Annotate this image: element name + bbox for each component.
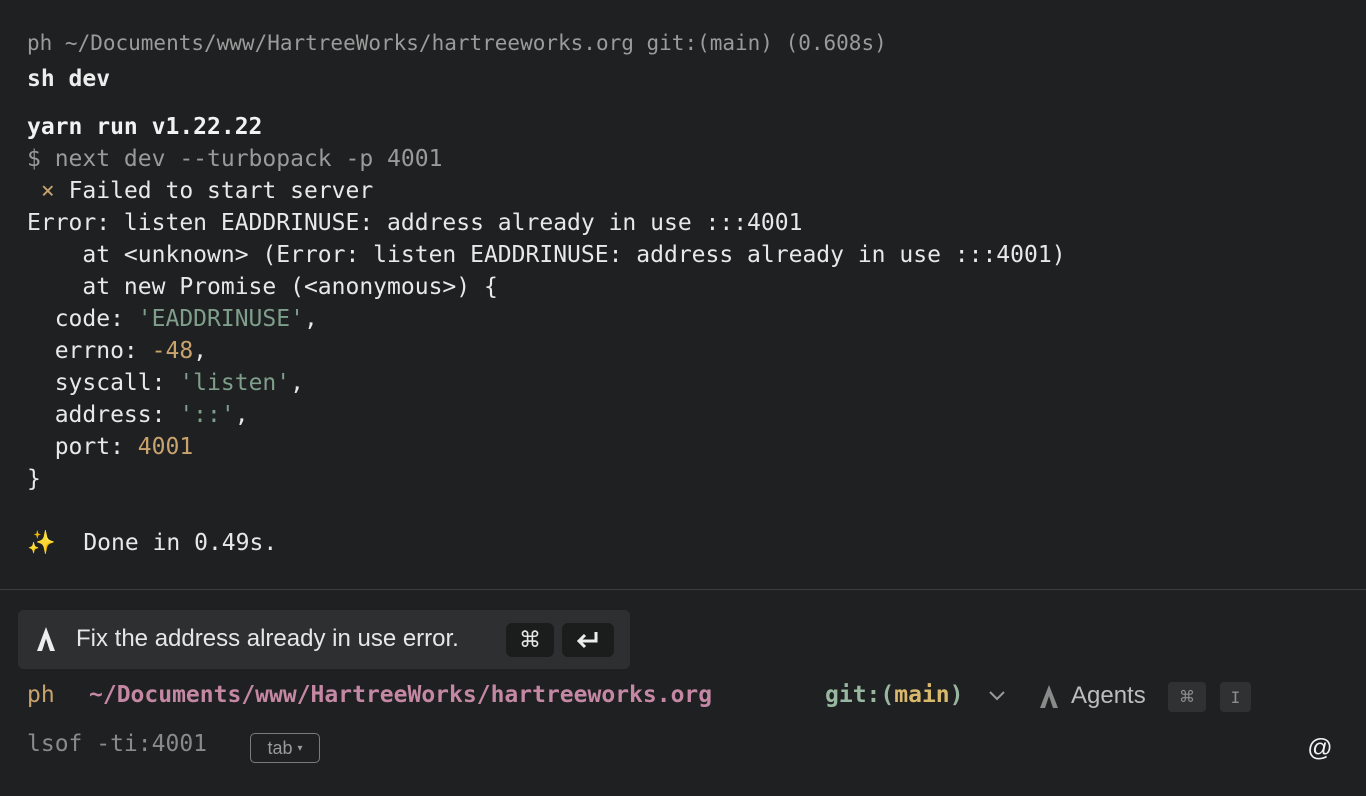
done-line: ✨ Done in 0.49s. [27,527,277,559]
fail-x-icon: × [40,178,55,204]
port-value: 4001 [137,434,194,460]
fail-text: Failed to start server [54,178,374,204]
suggestion-text: Fix the address already in use error. [76,625,459,652]
close-brace: } [27,466,41,492]
prompt-path[interactable]: ~/Documents/www/HartreeWorks/hartreework… [89,682,712,712]
syscall-key: syscall: [27,370,180,396]
enter-key-badge [562,623,614,657]
git-prefix: git:( [825,682,895,708]
warp-agent-icon [37,627,55,651]
ai-suggestion-chip[interactable]: Fix the address already in use error. ⌘ [18,610,630,669]
errno-value: -48 [151,338,194,364]
command-input[interactable]: lsof -ti:4001 [27,731,207,757]
errno-line: errno: -48, [27,335,207,367]
fail-line: × Failed to start server [27,175,373,207]
caret-down-icon: ▾ [297,742,303,754]
yarn-version-line: yarn run v1.22.22 [27,114,263,140]
block-command: sh dev [27,66,111,92]
port-line: port: 4001 [27,431,193,463]
stack-line-2: at new Promise (<anonymous>) { [27,274,498,300]
comma: , [193,338,208,364]
agents-icon[interactable] [1039,684,1059,709]
port-key: port: [27,434,138,460]
comma: , [234,402,249,428]
agents-cmd-key: ⌘ [1168,682,1206,712]
code-key: code: [27,306,138,332]
error-code-line: code: 'EADDRINUSE', [27,303,318,335]
sparkles-icon: ✨ [27,530,56,556]
agents-button[interactable]: Agents [1071,682,1146,710]
tab-completion-hint[interactable]: tab ▾ [250,733,320,763]
block-header: ph ~/Documents/www/HartreeWorks/hartreew… [27,31,887,55]
enter-icon [576,632,598,649]
errno-key: errno: [27,338,152,364]
cmd-key-badge: ⌘ [506,623,554,657]
git-branch-name: main [894,682,950,708]
address-line: address: '::', [27,399,249,431]
at-icon[interactable]: @ [1306,733,1334,763]
comma: , [303,306,318,332]
agents-i-key: I [1220,682,1251,712]
next-dev-line: $ next dev --turbopack -p 4001 [27,146,443,172]
git-suffix: ) [949,682,964,708]
syscall-value: 'listen' [179,370,291,396]
syscall-line: syscall: 'listen', [27,367,304,399]
tab-label: tab [267,737,293,758]
prompt-user: ph [27,682,55,708]
git-branch-selector[interactable]: git:(main) [825,682,964,712]
chevron-down-icon[interactable] [988,688,1006,704]
block-divider [0,589,1366,590]
address-key: address: [27,402,180,428]
done-text: Done in 0.49s. [55,530,278,556]
address-value: '::' [179,402,235,428]
code-value: 'EADDRINUSE' [137,306,304,332]
stack-line-1: at <unknown> (Error: listen EADDRINUSE: … [27,242,1066,268]
error-line: Error: listen EADDRINUSE: address alread… [27,210,803,236]
comma: , [290,370,304,396]
